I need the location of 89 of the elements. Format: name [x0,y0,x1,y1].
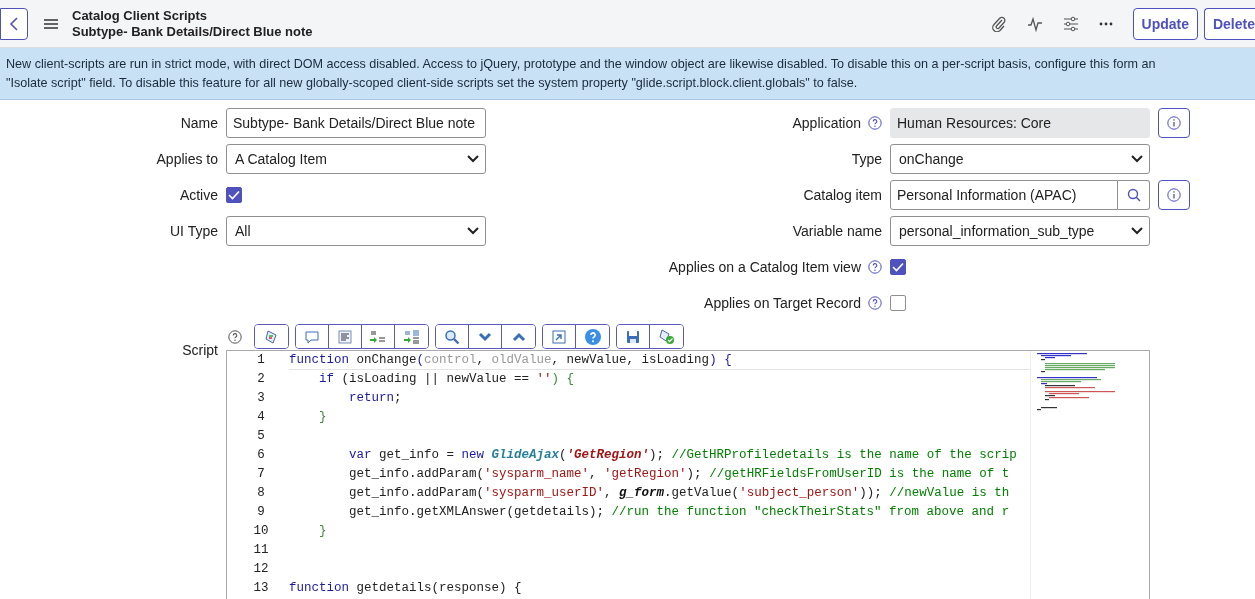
field-label: Application [792,115,861,131]
help-icon [583,327,602,346]
check-icon [892,262,904,272]
line-number: 6 [256,447,266,464]
code-line: get_info.getXMLAnswer(getdetails); //run the function "checkTheirStats" from above and r [348,505,1010,519]
checkbox[interactable] [890,259,906,275]
more-icon[interactable] [1098,21,1113,26]
search-button[interactable] [1118,180,1150,210]
line-number: 13 [252,580,270,597]
caret-icon [467,227,479,235]
expand-button[interactable] [543,325,576,348]
header-button[interactable]: Update [1132,7,1198,40]
page-title: Catalog Client Scripts [72,7,209,24]
line-number: 2 [256,371,266,388]
line-number: 4 [256,409,266,426]
select-field[interactable]: All [226,216,486,246]
check-icon [228,190,240,200]
info-icon [1167,188,1181,202]
search-button[interactable] [436,325,469,348]
caret-icon [467,155,479,163]
info-icon [1167,116,1181,130]
pulse-icon[interactable] [1026,15,1043,32]
expand-icon [551,328,567,345]
back-button[interactable] [0,7,28,40]
comment-button[interactable] [296,325,329,348]
info-button[interactable] [1158,108,1190,138]
field-label: UI Type [170,223,218,239]
sliders-icon[interactable] [1062,15,1079,32]
code-line: return; [348,391,402,405]
checkbox[interactable] [890,295,906,311]
select-field[interactable]: A Catalog Item [226,144,486,174]
chevron-down-icon [478,331,492,342]
replace-icon [369,328,387,345]
info-button[interactable] [1158,180,1190,210]
help-icon[interactable] [868,116,882,130]
code-line: } [318,410,327,424]
menu-icon[interactable] [44,18,58,29]
line-number: 7 [256,466,266,483]
select-field[interactable]: onChange [890,144,1150,174]
line-number: 8 [256,485,266,502]
help-icon[interactable] [868,260,882,274]
text-field[interactable]: Subtype- Bank Details/Direct Blue note [226,108,486,138]
field-label: Applies on Target Record [704,295,861,311]
line-number: 12 [252,561,270,578]
search-icon [1126,188,1141,202]
code-line: get_info.addParam('sysparm_name', 'getRegion'); //getHRFieldsFromUserID is the name of t [348,467,1010,481]
field-label: Active [179,187,218,203]
caret-icon [1131,227,1143,235]
code-line: function getdetails(response) { [289,581,522,595]
code-line: var get_info = new GlideAjax('GetRegion'); //GetHRProfiledetails is the name of the scrip [348,448,1017,462]
info-banner: New client-scripts are run in strict mode, with direct DOM access disabled. Access to jQuery, prototype and the window object are likewise disabled. To disable this on a per-script basis, configure this form an "Isolate script" field. To disable this feature for all new globally-scoped client-side scripts set the system property "glide.script.block.client.globals" to false. [0,48,1255,100]
code-editor[interactable] [226,350,1150,599]
line-number: 10 [252,523,270,540]
line-number: 1 [256,352,266,369]
chevron-up-icon [511,331,526,342]
line-number: 9 [256,504,266,521]
checkbox[interactable] [226,187,242,203]
code-line: if (isLoading || newValue == '') { [318,372,575,386]
field-label: Catalog item [803,187,882,203]
readonly-field[interactable]: Human Resources: Core [890,108,1150,138]
field-label: Applies to [156,151,218,167]
record-title: Subtype- Bank Details/Direct Blue note [72,23,313,40]
line-number: 11 [252,542,270,559]
format-code-button[interactable] [255,325,288,348]
reference-field[interactable]: Personal Information (APAC) [890,180,1118,210]
line-number: 5 [256,428,266,445]
select-field[interactable]: personal_information_sub_type [890,216,1150,246]
paperclip-icon[interactable] [990,15,1007,32]
replace-all-icon [402,328,421,345]
help-icon[interactable] [228,329,242,344]
scroll-check-icon [657,328,676,345]
field-label: Applies on a Catalog Item view [668,259,861,275]
field-label: Type [851,151,882,167]
code-line: } [318,524,327,538]
field-label: Variable name [792,223,882,239]
header-button[interactable]: Delete [1203,7,1255,40]
line-number: 3 [256,390,266,407]
lines-icon [337,328,353,345]
search-icon [444,328,460,345]
code-line: function onChange(control, oldValue, newValue, isLoading) { [289,353,732,367]
caret-icon [1131,155,1143,163]
field-label: Script [182,342,218,358]
help-icon[interactable] [868,296,882,310]
speech-bubble-icon [304,328,320,345]
back-icon [9,16,19,31]
field-label: Name [180,115,218,131]
scroll-icon [263,328,280,345]
code-line: get_info.addParam('sysparm_userID', g_form.getValue('subject_person')); //newValue is th [348,486,1010,500]
save-button[interactable] [617,325,650,348]
